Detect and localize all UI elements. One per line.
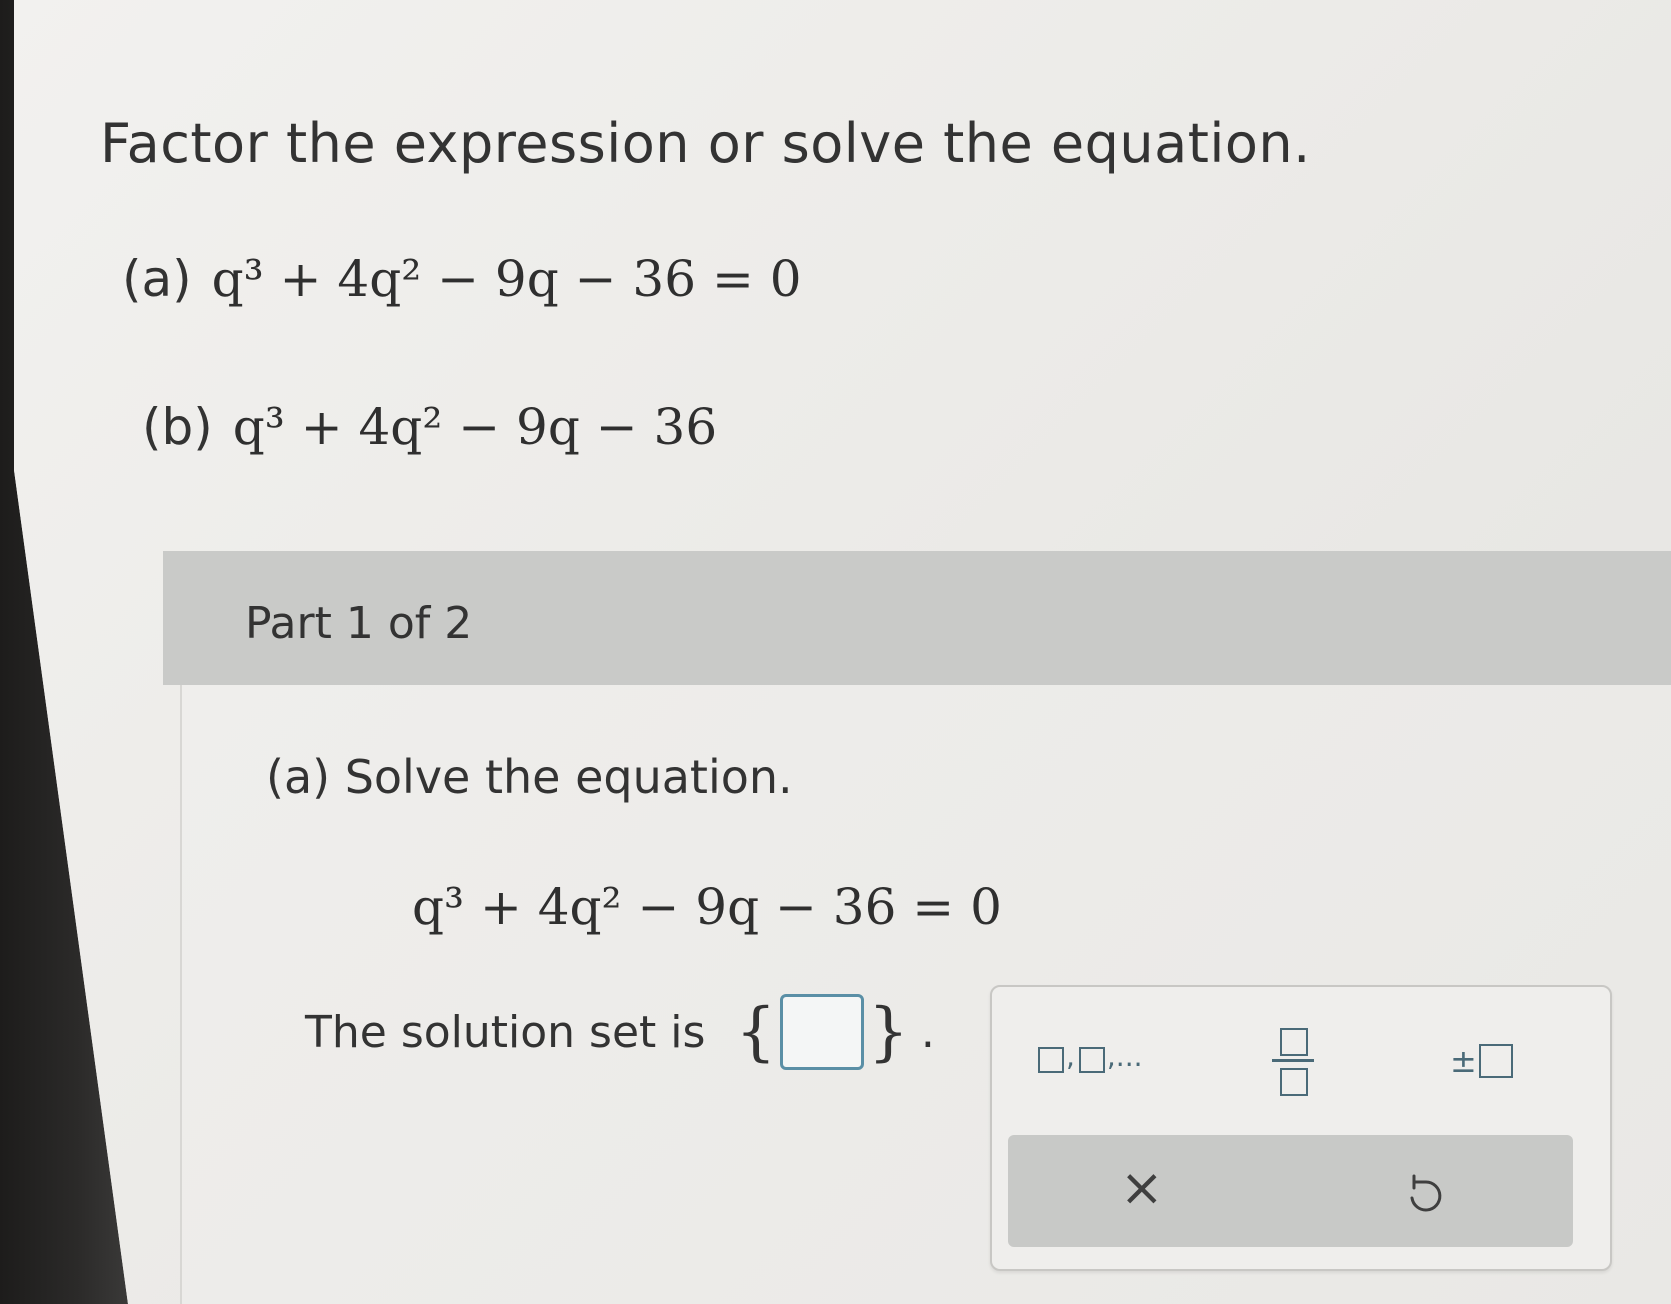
sub-question: (a) Solve the equation. bbox=[266, 750, 793, 804]
period: . bbox=[920, 1006, 935, 1058]
problem-a-equation: q³ + 4q² − 9q − 36 = 0 bbox=[211, 250, 802, 308]
plus-minus-icon: ± bbox=[1450, 1042, 1477, 1080]
numerator-box-icon bbox=[1280, 1028, 1308, 1056]
undo-icon bbox=[1410, 1174, 1442, 1212]
problem-b-label: (b) bbox=[142, 398, 213, 456]
fraction-bar-icon bbox=[1272, 1059, 1314, 1062]
solution-prefix: The solution set is bbox=[305, 1006, 706, 1058]
problem-a: (a) q³ + 4q² − 9q − 36 = 0 bbox=[122, 250, 802, 308]
solution-line: The solution set is { } . bbox=[305, 994, 935, 1070]
denominator-box-icon bbox=[1280, 1068, 1308, 1096]
fraction-template-button[interactable] bbox=[1268, 1020, 1318, 1100]
part-equation: q³ + 4q² − 9q − 36 = 0 bbox=[412, 878, 1002, 936]
plus-minus-box-icon bbox=[1478, 1044, 1513, 1078]
undo-button[interactable] bbox=[1398, 1172, 1448, 1222]
clear-button[interactable]: × bbox=[1120, 1158, 1164, 1218]
action-bar bbox=[1008, 1135, 1573, 1247]
instructions-text: Factor the expression or solve the equat… bbox=[100, 112, 1311, 175]
close-brace: } bbox=[868, 995, 909, 1069]
open-brace: { bbox=[735, 995, 777, 1069]
list-box-icon-2 bbox=[1078, 1047, 1105, 1073]
problem-b: (b) q³ + 4q² − 9q − 36 bbox=[142, 398, 717, 456]
list-ellipsis: ,... bbox=[1106, 1040, 1143, 1073]
problem-b-expression: q³ + 4q² − 9q − 36 bbox=[232, 398, 718, 456]
list-box-icon-1 bbox=[1038, 1047, 1064, 1073]
list-separator: , bbox=[1066, 1040, 1075, 1073]
problem-a-label: (a) bbox=[122, 250, 192, 308]
list-template-button[interactable]: , ,... bbox=[1038, 1040, 1147, 1073]
part-title: Part 1 of 2 bbox=[245, 598, 473, 649]
plus-minus-template-button[interactable]: ± bbox=[1450, 1042, 1513, 1080]
answer-input[interactable] bbox=[780, 994, 865, 1070]
